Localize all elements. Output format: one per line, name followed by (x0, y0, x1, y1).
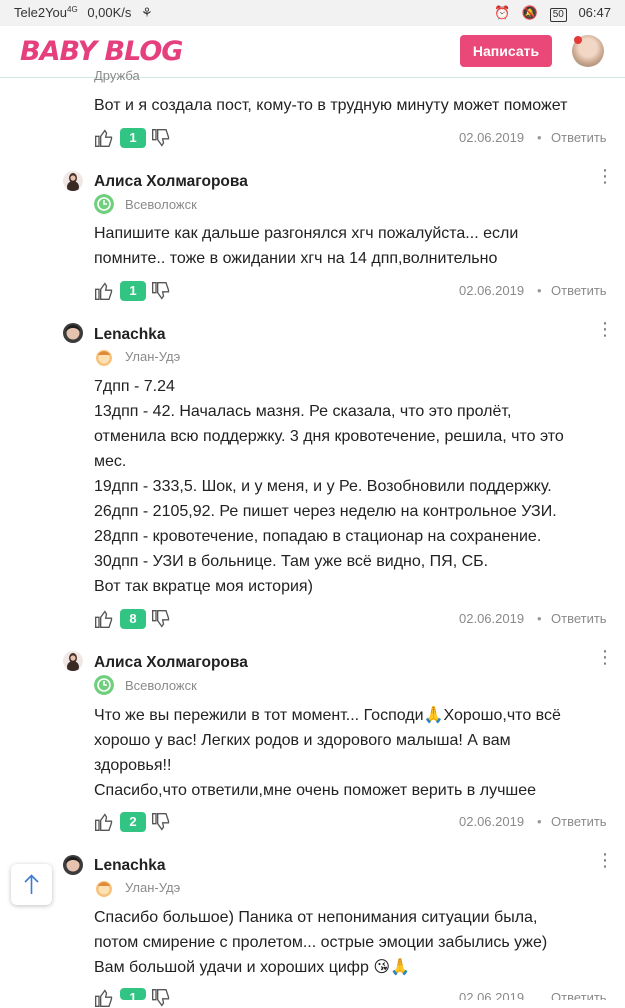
comment-text: Спасибо большое) Паника от непонимания с… (94, 909, 548, 976)
more-menu-icon[interactable]: ⋮ (596, 648, 614, 666)
author-avatar[interactable] (63, 323, 83, 343)
baby-icon (96, 881, 112, 897)
battery-icon: 50 (549, 8, 567, 22)
city-name: Всеволожск (125, 678, 197, 693)
network-speed: 0,00K/s (87, 5, 132, 20)
author-avatar[interactable] (63, 855, 83, 875)
write-button[interactable]: Написать (460, 35, 552, 67)
alarm-icon: ⏰ (494, 5, 511, 20)
likes-count: 1 (120, 988, 146, 1000)
likes-count: 8 (120, 609, 146, 629)
reply-button[interactable]: Ответить (551, 814, 607, 829)
author-name[interactable]: Lenachka (94, 326, 166, 344)
clock-icon (94, 675, 114, 695)
separator-dot: • (537, 130, 542, 145)
likes-count: 1 (120, 281, 146, 301)
comment-text: Вот и я создала пост, кому-то в трудную … (94, 97, 568, 114)
baby-icon (96, 350, 112, 366)
scroll-to-top-button[interactable] (11, 864, 52, 905)
like-icon[interactable] (94, 988, 114, 1008)
status-bar: Tele2You4G 0,00K/s ⚘ ⏰ 🔕 50 06:47 (0, 0, 625, 26)
dislike-icon[interactable] (151, 988, 171, 1008)
reply-button[interactable]: Ответить (551, 130, 607, 145)
reply-button[interactable]: Ответить (551, 990, 607, 1000)
signal-label: 4G (67, 5, 78, 14)
likes-count: 1 (120, 128, 146, 148)
comment-date: 02.06.2019 (459, 283, 525, 298)
app-notification-icon: ⚘ (141, 5, 153, 20)
arrow-up-icon (24, 874, 39, 894)
like-icon[interactable] (94, 128, 114, 148)
like-icon[interactable] (94, 812, 114, 832)
dislike-icon[interactable] (151, 128, 171, 148)
comment-date: 02.06.2019 (459, 130, 525, 145)
city-name: Дружба (94, 68, 140, 83)
separator-dot: • (537, 814, 542, 829)
reply-button[interactable]: Ответить (551, 611, 607, 626)
comment-text: Напишите как дальше разгонялся хгч пожал… (94, 225, 519, 267)
more-menu-icon[interactable]: ⋮ (596, 851, 614, 869)
author-name[interactable]: Алиса Холмагорова (94, 654, 248, 672)
mute-icon: 🔕 (521, 5, 539, 20)
comment-date: 02.06.2019 (459, 611, 525, 626)
city-name: Улан-Удэ (125, 349, 181, 364)
author-avatar[interactable] (63, 171, 83, 191)
more-menu-icon[interactable]: ⋮ (596, 320, 614, 338)
dislike-icon[interactable] (151, 281, 171, 301)
more-menu-icon[interactable]: ⋮ (596, 167, 614, 185)
author-name[interactable]: Алиса Холмагорова (94, 173, 248, 191)
reply-button[interactable]: Ответить (551, 283, 607, 298)
separator-dot: • (537, 611, 542, 626)
comment-text: Что же вы пережили в тот момент... Госпо… (94, 707, 561, 799)
like-icon[interactable] (94, 281, 114, 301)
comment-date: 02.06.2019 (459, 814, 525, 829)
comment-date: 02.06.2019 (459, 990, 525, 1000)
like-icon[interactable] (94, 609, 114, 629)
separator-dot: • (537, 283, 542, 298)
city-name: Всеволожск (125, 197, 197, 212)
clock: 06:47 (578, 5, 611, 20)
city-name: Улан-Удэ (125, 880, 181, 895)
comment-text: 7дпп - 7.24 13дпп - 42. Началась мазня. … (94, 378, 564, 595)
author-avatar[interactable] (63, 651, 83, 671)
carrier-label: Tele2You (14, 5, 68, 20)
notification-dot (574, 36, 582, 44)
author-name[interactable]: Lenachka (94, 857, 166, 875)
likes-count: 2 (120, 812, 146, 832)
logo[interactable]: BABY BLOG (20, 36, 183, 67)
dislike-icon[interactable] (151, 609, 171, 629)
clock-icon (94, 194, 114, 214)
dislike-icon[interactable] (151, 812, 171, 832)
